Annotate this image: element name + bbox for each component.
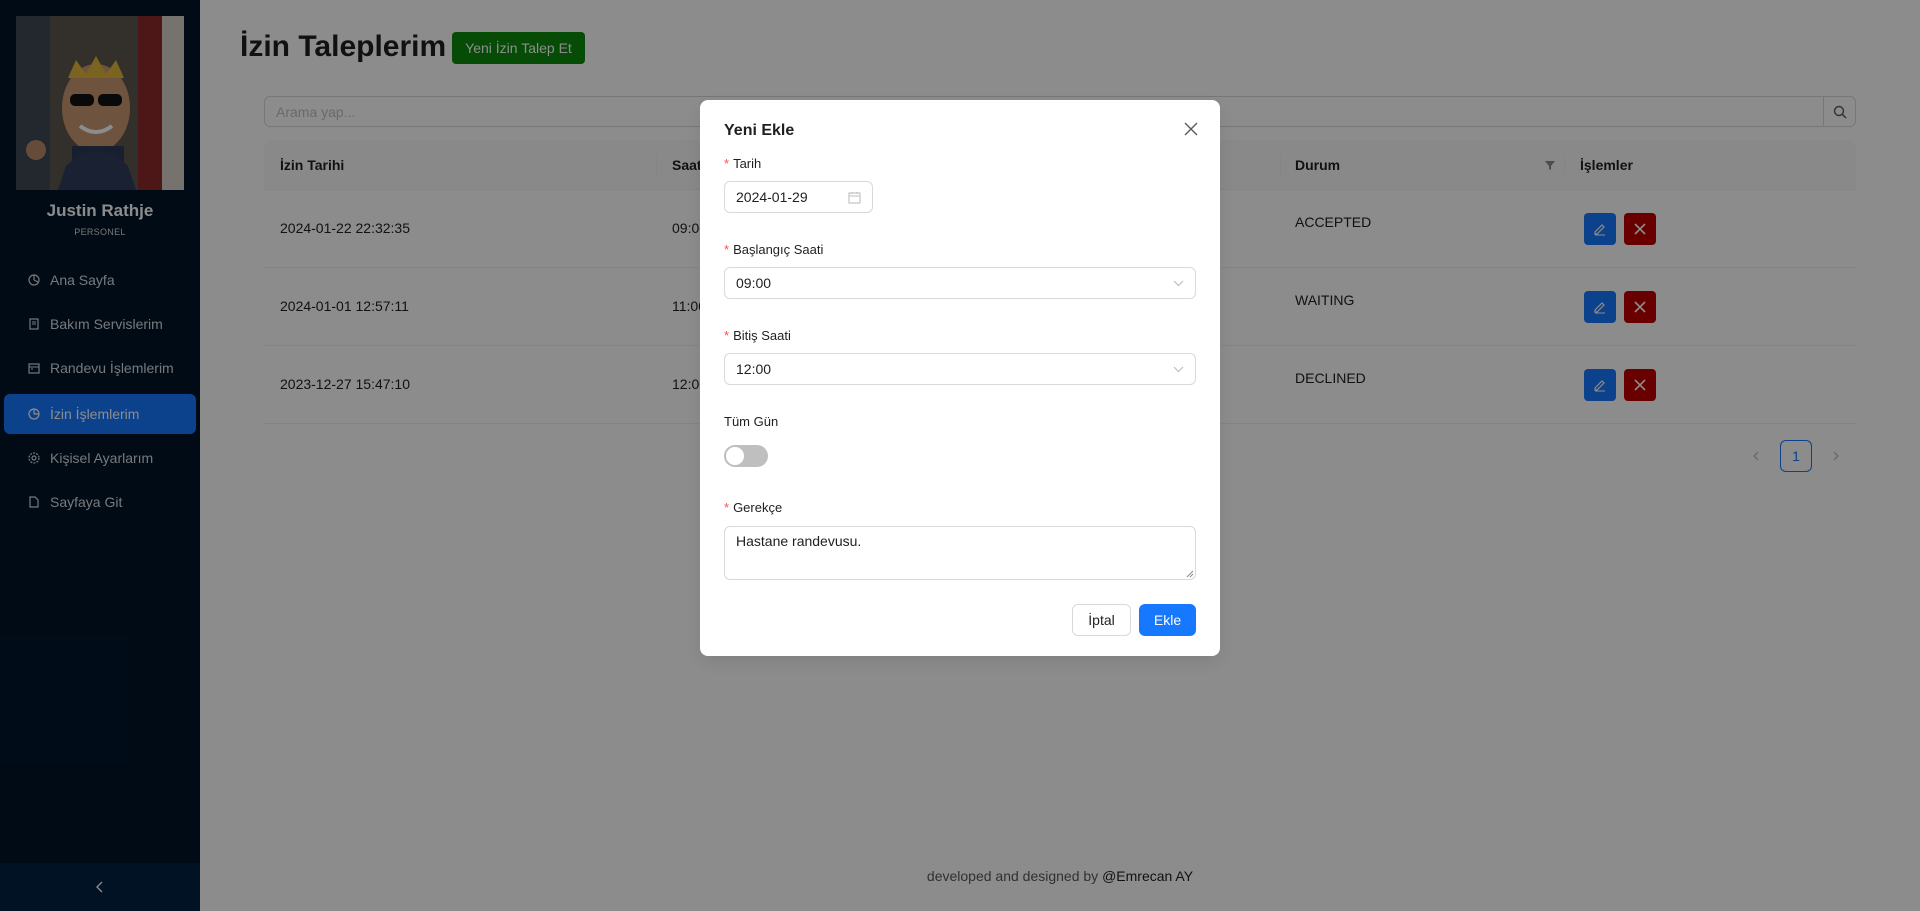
end-time-value: 12:00: [736, 361, 772, 377]
chevron-down-icon: [1173, 366, 1184, 373]
chevron-down-icon: [1173, 280, 1184, 287]
date-value: 2024-01-29: [736, 189, 808, 205]
reason-label: * Gerekçe: [724, 500, 782, 515]
calendar-icon: [848, 191, 861, 204]
end-time-label-text: Bitiş Saati: [733, 328, 791, 343]
start-time-label: * Başlangıç Saati: [724, 242, 823, 257]
reason-label-text: Gerekçe: [733, 500, 783, 515]
toggle-knob: [726, 447, 744, 465]
end-time-select[interactable]: 12:00: [724, 353, 1196, 385]
required-mark: *: [724, 500, 730, 515]
start-time-select[interactable]: 09:00: [724, 267, 1196, 299]
start-time-label-text: Başlangıç Saati: [733, 242, 824, 257]
start-time-value: 09:00: [736, 275, 772, 291]
all-day-label: Tüm Gün: [724, 414, 779, 429]
new-leave-modal: Yeni Ekle * Tarih 2024-01-29 * Başlangıç S…: [700, 100, 1220, 656]
required-mark: *: [724, 242, 730, 257]
close-icon: [1184, 122, 1198, 136]
all-day-toggle[interactable]: [724, 445, 768, 467]
required-mark: *: [724, 156, 730, 171]
resize-handle-icon[interactable]: [1186, 570, 1194, 578]
date-picker[interactable]: 2024-01-29: [724, 181, 873, 213]
required-mark: *: [724, 328, 730, 343]
add-button[interactable]: Ekle: [1139, 604, 1196, 636]
modal-close-button[interactable]: [1180, 118, 1202, 140]
end-time-label: * Bitiş Saati: [724, 328, 791, 343]
reason-textarea[interactable]: Hastane randevusu.: [724, 526, 1196, 580]
cancel-button[interactable]: İptal: [1072, 604, 1131, 636]
date-label-text: Tarih: [733, 156, 762, 171]
modal-title: Yeni Ekle: [724, 122, 795, 139]
date-label: * Tarih: [724, 156, 761, 171]
